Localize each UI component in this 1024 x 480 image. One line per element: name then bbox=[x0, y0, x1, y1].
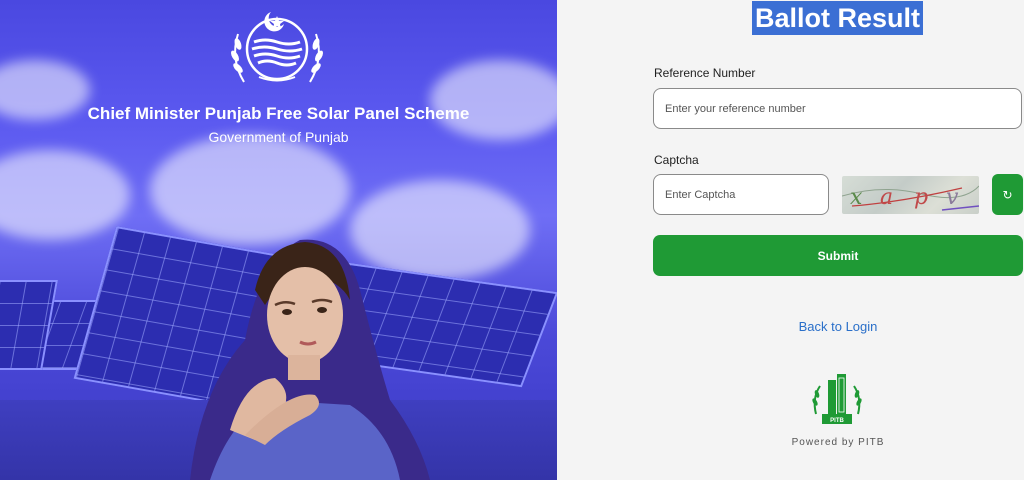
refresh-captcha-button[interactable]: ↻ bbox=[992, 174, 1023, 215]
captcha-label: Captcha bbox=[654, 153, 699, 167]
svg-text:a: a bbox=[880, 185, 893, 210]
hero-panel: Chief Minister Punjab Free Solar Panel S… bbox=[0, 0, 557, 480]
scheme-title: Chief Minister Punjab Free Solar Panel S… bbox=[87, 104, 470, 123]
svg-text:v: v bbox=[946, 185, 959, 210]
ballot-result-heading: Ballot Result bbox=[752, 1, 924, 35]
chief-minister-portrait bbox=[190, 239, 430, 480]
cloud-shape bbox=[0, 150, 130, 240]
reference-number-label: Reference Number bbox=[654, 66, 756, 80]
refresh-icon: ↻ bbox=[1002, 187, 1013, 202]
pitb-logo-icon: PITB bbox=[812, 374, 862, 424]
svg-text:x: x bbox=[850, 185, 863, 210]
svg-text:PITB: PITB bbox=[830, 418, 844, 424]
reference-number-input[interactable] bbox=[653, 88, 1022, 129]
government-subtitle: Government of Punjab bbox=[208, 129, 349, 145]
back-to-login-link[interactable]: Back to Login bbox=[653, 319, 1023, 334]
svg-text:p: p bbox=[914, 185, 928, 210]
cloud-shape bbox=[430, 60, 557, 140]
punjab-emblem-icon bbox=[231, 12, 323, 83]
captcha-input[interactable] bbox=[653, 174, 829, 215]
captcha-image: x a p v bbox=[842, 176, 979, 214]
submit-button[interactable]: Submit bbox=[653, 235, 1023, 276]
cloud-shape bbox=[150, 135, 350, 245]
powered-by-text: Powered by PITB bbox=[791, 437, 885, 448]
